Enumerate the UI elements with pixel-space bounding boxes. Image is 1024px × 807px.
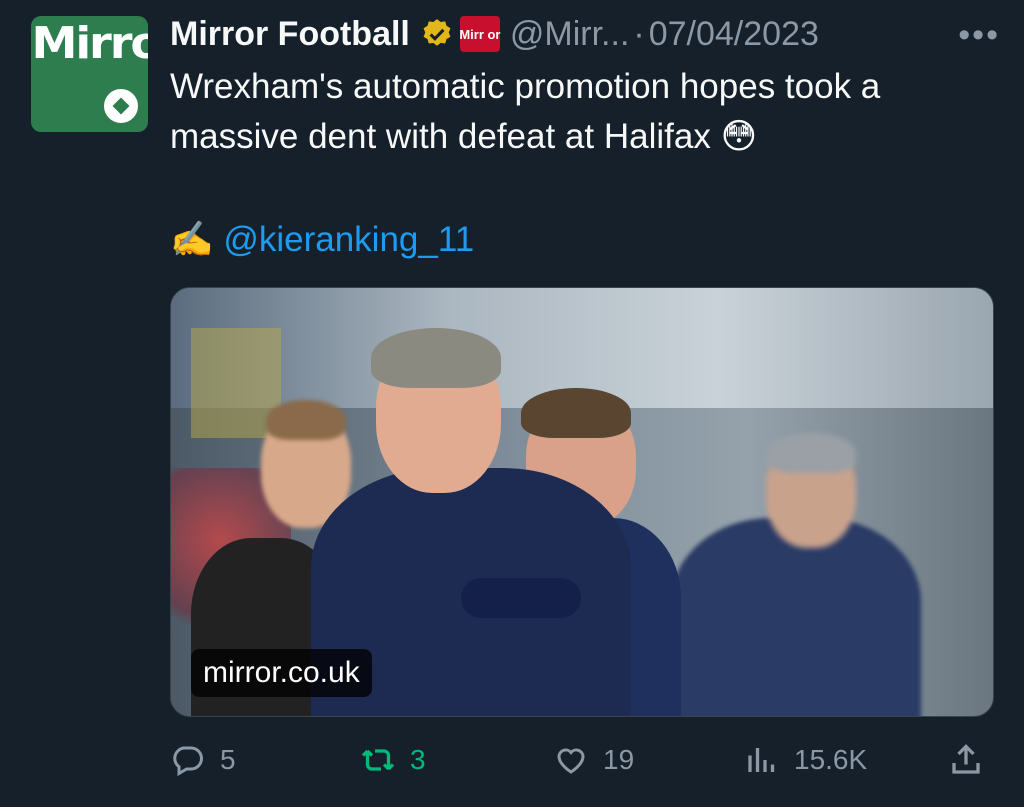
retweet-button[interactable]: 3 bbox=[360, 735, 426, 785]
share-icon bbox=[952, 744, 980, 774]
football-icon bbox=[101, 86, 141, 126]
heart-icon bbox=[557, 748, 585, 774]
reply-button[interactable]: 5 bbox=[170, 735, 236, 785]
author-name[interactable]: Mirror Football bbox=[170, 15, 410, 54]
tweet-line-1: Wrexham's automatic promotion hopes took… bbox=[170, 67, 881, 106]
image-watermark: mirror.co.uk bbox=[191, 649, 372, 697]
mention-link[interactable]: @kieranking_11 bbox=[223, 220, 474, 259]
tweet-line-2-text: massive dent with defeat at Halifax bbox=[170, 117, 711, 156]
separator-dot: · bbox=[633, 14, 645, 53]
tweet-byline: ✍️ @kieranking_11 bbox=[170, 215, 474, 265]
views-icon bbox=[748, 748, 775, 772]
view-count: 15.6K bbox=[794, 744, 868, 775]
tweet-line-2: massive dent with defeat at Halifax 😳 bbox=[170, 112, 1000, 162]
like-button[interactable]: 19 bbox=[553, 735, 634, 785]
share-button[interactable] bbox=[948, 735, 998, 785]
affiliate-badge[interactable]: Mirr or bbox=[459, 16, 500, 52]
writing-hand-emoji: ✍️ bbox=[170, 220, 214, 260]
author-avatar[interactable]: Mirror bbox=[31, 16, 148, 132]
reply-count: 5 bbox=[220, 744, 236, 775]
flushed-face-emoji: 😳 bbox=[720, 117, 758, 157]
author-handle[interactable]: @Mirr... bbox=[510, 15, 630, 54]
like-count: 19 bbox=[603, 744, 635, 775]
tweet-header: Mirror Football Mirr or @Mirr... · 07/04… bbox=[170, 12, 1000, 56]
tweet-text: Wrexham's automatic promotion hopes took… bbox=[170, 62, 1000, 162]
views-button[interactable]: 15.6K bbox=[744, 735, 867, 785]
tweet-date[interactable]: 07/04/2023 bbox=[649, 15, 819, 54]
tweet-image[interactable]: mirror.co.uk bbox=[170, 287, 994, 717]
reply-icon bbox=[173, 746, 203, 777]
more-options-icon[interactable]: ••• bbox=[958, 16, 1000, 55]
retweet-icon bbox=[361, 749, 395, 771]
retweet-count: 3 bbox=[410, 744, 426, 775]
avatar-logo-text: Mirror bbox=[31, 18, 148, 69]
verified-badge-icon[interactable] bbox=[420, 17, 454, 51]
tweet-actions: 5 3 19 15.6K bbox=[170, 735, 992, 785]
